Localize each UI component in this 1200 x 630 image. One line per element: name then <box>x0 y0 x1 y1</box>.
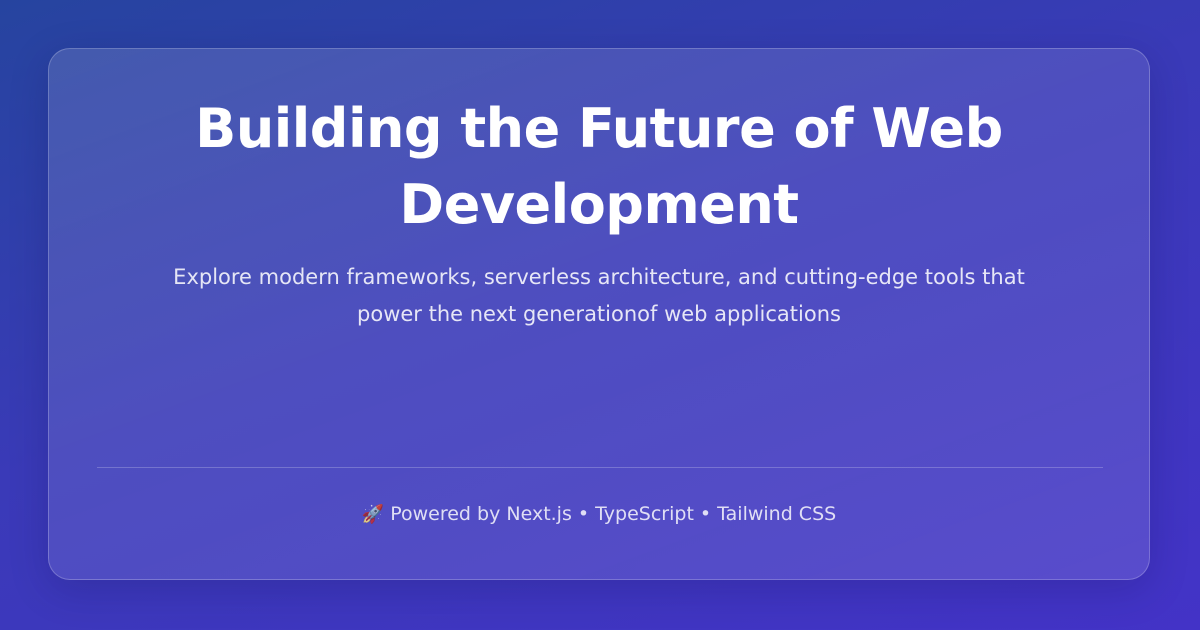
page-subtitle: Explore modern frameworks, serverless ar… <box>173 265 1025 326</box>
tech-stack-footer: 🚀 Powered by Next.js • TypeScript • Tailw… <box>49 499 1149 530</box>
page-title: Building the Future of Web Development <box>195 97 1003 236</box>
divider <box>97 467 1103 468</box>
hero-card: Building the Future of Web Development E… <box>48 48 1150 580</box>
tech-stack-text: Powered by Next.js • TypeScript • Tailwi… <box>390 503 837 525</box>
rocket-icon: 🚀 <box>361 504 385 525</box>
